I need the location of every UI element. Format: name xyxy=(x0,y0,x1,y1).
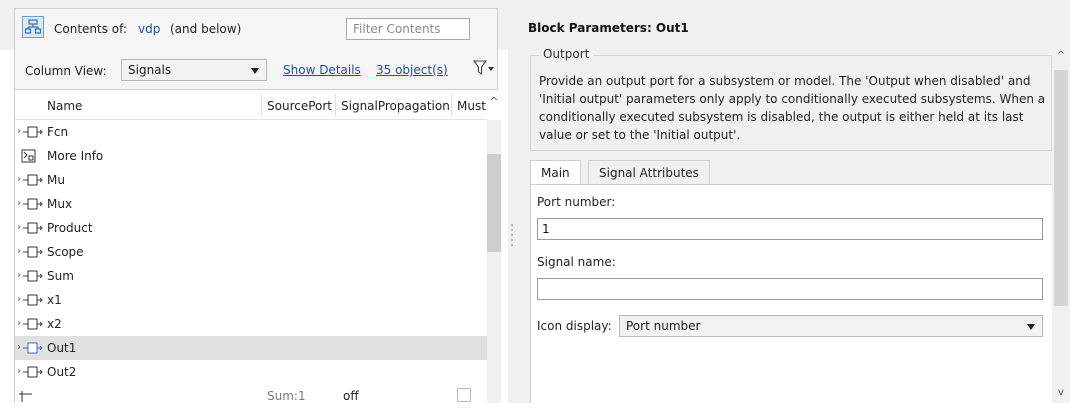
table-vertical-scrollbar[interactable]: ^ xyxy=(487,90,501,403)
must-resolve-checkbox[interactable] xyxy=(457,388,471,402)
column-divider[interactable] xyxy=(451,94,452,116)
table-row[interactable]: Sum:1 off xyxy=(15,384,487,408)
tab-signal-attributes[interactable]: Signal Attributes xyxy=(588,160,710,185)
icon-display-value: Port number xyxy=(626,319,701,333)
signal-propagation-cell[interactable]: off xyxy=(343,389,359,403)
icon-display-label: Icon display: xyxy=(537,319,612,333)
splitter-grip xyxy=(511,224,513,226)
row-name: Mu xyxy=(47,173,65,187)
block-icon xyxy=(23,269,43,283)
chevron-down-icon[interactable]: v xyxy=(1052,385,1070,401)
row-name: Sum xyxy=(47,269,74,283)
signal-name-field[interactable] xyxy=(537,278,1043,300)
block-icon xyxy=(23,317,43,331)
signal-name-label: Signal name: xyxy=(537,255,616,269)
table-row[interactable]: › Mu xyxy=(15,168,487,192)
column-divider[interactable] xyxy=(335,94,336,116)
table-row[interactable]: › Scope xyxy=(15,240,487,264)
signal-line-icon xyxy=(19,389,39,403)
table-header: Name SourcePort SignalPropagation Must xyxy=(15,90,487,120)
splitter-grip xyxy=(511,234,513,236)
column-view-label: Column View: xyxy=(25,64,107,78)
row-name: x1 xyxy=(47,293,62,307)
parameter-tabs: Main Signal Attributes xyxy=(530,160,1054,185)
table-row[interactable]: › Fcn xyxy=(15,120,487,144)
block-icon xyxy=(23,293,43,307)
object-count-link[interactable]: 35 object(s) xyxy=(376,63,448,77)
info-block-icon xyxy=(21,149,41,163)
block-parameters-title: Block Parameters: Out1 xyxy=(528,21,689,35)
main-tab-panel: Port number: 1 Signal name: Icon display… xyxy=(530,184,1054,403)
pane-splitter[interactable] xyxy=(508,0,516,403)
outport-description: Provide an output port for a subsystem o… xyxy=(539,74,1046,142)
splitter-grip xyxy=(511,244,513,246)
column-view-bar: Column View: Signals Show Details 35 obj… xyxy=(14,50,498,90)
block-icon xyxy=(23,197,43,211)
table-row[interactable]: › Sum xyxy=(15,264,487,288)
row-name: Fcn xyxy=(47,125,69,139)
table-row[interactable]: › Product xyxy=(15,216,487,240)
block-icon xyxy=(23,125,43,139)
splitter-grip xyxy=(511,239,513,241)
parameters-vertical-scrollbar[interactable]: ^ v xyxy=(1052,40,1070,403)
filter-contents-input[interactable] xyxy=(346,18,470,40)
block-icon xyxy=(23,365,43,379)
filter-funnel-icon[interactable] xyxy=(471,58,495,80)
column-header-sourceport[interactable]: SourcePort xyxy=(267,99,332,113)
contents-model-link[interactable]: vdp xyxy=(138,22,160,36)
block-parameters-pane: Block Parameters: Out1 Outport Provide a… xyxy=(516,0,1070,403)
port-number-field[interactable]: 1 xyxy=(537,218,1043,240)
table-row[interactable]: › Mux xyxy=(15,192,487,216)
port-number-value: 1 xyxy=(542,222,550,236)
row-name: Product xyxy=(47,221,93,235)
block-icon xyxy=(23,245,43,259)
table-row[interactable]: › Out2 xyxy=(15,360,487,384)
splitter-grip xyxy=(511,229,513,231)
row-name: Scope xyxy=(47,245,84,259)
port-number-label: Port number: xyxy=(537,195,616,209)
scrollbar-thumb[interactable] xyxy=(487,154,501,252)
source-port-cell: Sum:1 xyxy=(267,389,306,403)
table-row[interactable]: More Info xyxy=(15,144,487,168)
table-row[interactable]: › x1 xyxy=(15,288,487,312)
block-icon xyxy=(23,341,43,355)
block-icon xyxy=(23,221,43,235)
column-header-signalpropagation[interactable]: SignalPropagation xyxy=(341,99,450,113)
outport-group-label: Outport xyxy=(539,47,594,61)
row-name: Mux xyxy=(47,197,73,211)
table-row-selected[interactable]: › Out1 xyxy=(15,336,487,360)
row-name: More Info xyxy=(47,149,104,163)
row-name: Out2 xyxy=(47,365,77,379)
chevron-down-icon xyxy=(1027,324,1035,330)
chevron-up-icon[interactable]: ^ xyxy=(1052,48,1070,64)
column-divider[interactable] xyxy=(261,94,262,116)
show-details-link[interactable]: Show Details xyxy=(283,63,361,77)
icon-display-select[interactable]: Port number xyxy=(619,315,1043,337)
contents-of-label: Contents of: xyxy=(54,22,127,36)
contents-scope-label: (and below) xyxy=(170,22,242,36)
scrollbar-thumb[interactable] xyxy=(1054,70,1068,306)
chevron-up-icon[interactable]: ^ xyxy=(487,90,501,120)
row-name: Out1 xyxy=(47,341,77,355)
table-row[interactable]: › x2 xyxy=(15,312,487,336)
column-header-must[interactable]: Must xyxy=(457,99,486,113)
chevron-down-icon xyxy=(251,68,259,74)
row-name: x2 xyxy=(47,317,62,331)
model-data-editor-pane: Contents of: vdp (and below) Column View… xyxy=(0,0,508,403)
column-header-name[interactable]: Name xyxy=(47,99,82,113)
outport-group: Outport Provide an output port for a sub… xyxy=(530,47,1052,151)
column-view-selected-value: Signals xyxy=(128,63,172,77)
tab-main[interactable]: Main xyxy=(530,160,581,185)
column-view-select[interactable]: Signals xyxy=(121,59,267,81)
block-icon xyxy=(23,173,43,187)
signals-table: Name SourcePort SignalPropagation Must ›… xyxy=(14,90,501,403)
model-hierarchy-icon[interactable] xyxy=(22,16,44,38)
